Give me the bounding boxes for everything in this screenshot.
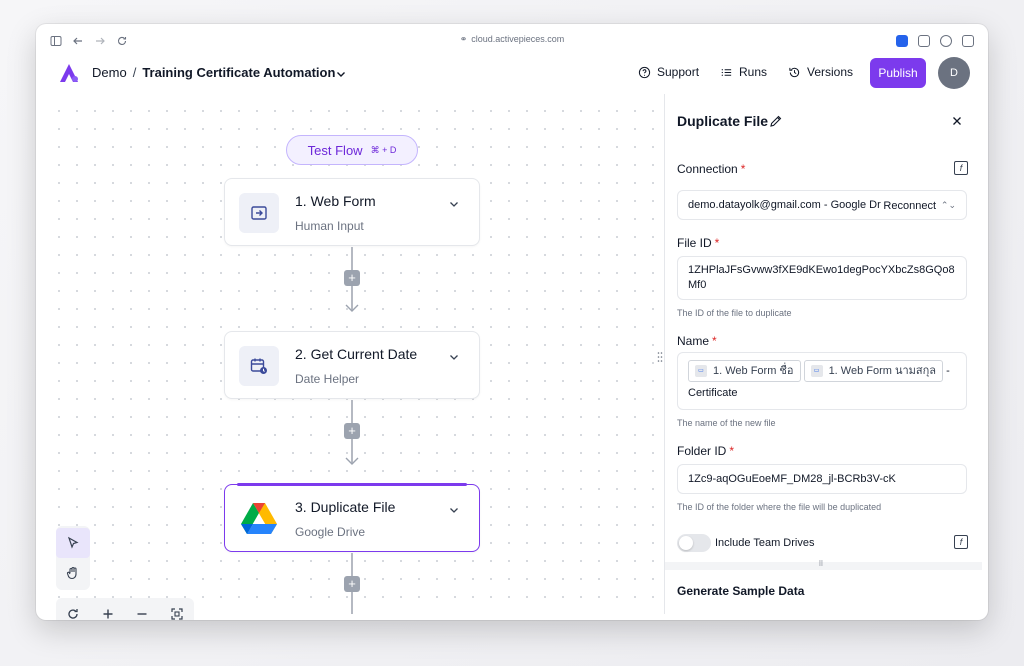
chevron-down-icon[interactable] (447, 197, 461, 211)
chevron-down-icon[interactable] (447, 503, 461, 517)
chevron-down-icon[interactable] (334, 67, 348, 81)
generate-sample-data-heading[interactable]: Generate Sample Data (677, 584, 804, 598)
url-text: cloud.activepieces.com (471, 34, 565, 44)
file-id-help: The ID of the file to duplicate (677, 308, 792, 318)
toggle-knob (679, 536, 693, 550)
connection-label: Connection * (677, 162, 746, 176)
password-manager-icon[interactable] (896, 35, 908, 47)
connection-value: demo.datayolk@gmail.com - Google Dr (688, 199, 881, 211)
folder-id-help: The ID of the folder where the file will… (677, 502, 882, 512)
step-settings-panel: Duplicate File Connection * f demo.datayo… (664, 94, 982, 614)
versions-label: Versions (807, 65, 854, 79)
fit-view-icon[interactable] (167, 604, 187, 620)
canvas-mode-tools (56, 526, 90, 590)
runs-button[interactable]: Runs (720, 65, 767, 79)
zoom-in-icon[interactable] (98, 604, 118, 620)
step-subtitle: Date Helper (295, 372, 360, 386)
reader-icon[interactable] (940, 35, 952, 47)
zoom-out-icon[interactable] (132, 604, 152, 620)
file-id-label: File ID * (677, 236, 720, 250)
arrow-down-icon (345, 304, 359, 312)
step-title: 3. Duplicate File (295, 499, 396, 515)
name-dash: - (946, 365, 950, 377)
variable-chip[interactable]: ▭ 1. Web Form ชื่อ (688, 360, 801, 383)
step-title: 2. Get Current Date (295, 346, 418, 362)
step-web-form[interactable]: 1. Web Form Human Input (224, 178, 480, 246)
file-id-input[interactable]: 1ZHPlaJFsGvww3fXE9dKEwo1degPocYXbcZs8GQo… (677, 256, 967, 300)
name-input[interactable]: ▭ 1. Web Form ชื่อ ▭ 1. Web Form นามสกุล -… (677, 352, 967, 410)
step-subtitle: Google Drive (295, 525, 366, 539)
calendar-clock-icon (239, 346, 279, 386)
project-name[interactable]: Demo (92, 65, 127, 80)
extension-icon[interactable] (918, 35, 930, 47)
address-bar[interactable]: ⚭ cloud.activepieces.com (42, 34, 982, 45)
step-get-current-date[interactable]: 2. Get Current Date Date Helper (224, 331, 480, 399)
reset-view-icon[interactable] (63, 604, 83, 620)
formula-toggle-icon[interactable]: f (954, 161, 968, 175)
folder-id-label: Folder ID * (677, 444, 735, 458)
panel-resize-handle[interactable] (657, 350, 663, 362)
hand-pan-icon[interactable] (56, 558, 90, 588)
runs-label: Runs (739, 65, 768, 79)
avatar[interactable]: D (938, 57, 970, 89)
split-view-icon[interactable] (962, 35, 974, 47)
activepieces-logo-icon[interactable] (58, 62, 80, 84)
close-icon[interactable] (950, 114, 964, 128)
variable-chip[interactable]: ▭ 1. Web Form นามสกุล (803, 360, 944, 383)
flow-name[interactable]: Training Certificate Automation (142, 65, 335, 80)
support-label: Support (657, 65, 700, 79)
test-flow-button[interactable]: Test Flow ⌘ + D (286, 135, 418, 165)
help-circle-icon (638, 66, 651, 78)
app-header: Demo / Training Certificate Automation Sup… (42, 54, 982, 94)
connection-select[interactable]: demo.datayolk@gmail.com - Google Dr Reco… (677, 190, 967, 220)
publish-button[interactable]: Publish (870, 58, 926, 88)
history-icon (789, 67, 800, 77)
include-team-drives-label: Include Team Drives (715, 537, 815, 549)
step-duplicate-file[interactable]: 3. Duplicate File Google Drive (224, 483, 480, 552)
name-suffix: Certificate (688, 387, 738, 400)
formula-toggle-icon[interactable]: f (954, 535, 968, 549)
grip-icon[interactable]: ⠿ (815, 561, 827, 568)
chevron-updown-icon: ⌃⌄ (940, 200, 956, 210)
browser-window: ⚭ cloud.activepieces.com Demo / Training Ce… (36, 24, 988, 620)
step-title: 1. Web Form (295, 193, 376, 209)
select-pointer-icon[interactable] (56, 528, 90, 558)
form-variable-icon: ▭ (695, 365, 707, 378)
panel-title: Duplicate File (677, 113, 769, 129)
list-icon (721, 68, 732, 76)
arrow-down-icon (345, 457, 359, 465)
link-icon: ⚭ (459, 34, 468, 44)
include-team-drives-toggle[interactable] (677, 534, 711, 552)
support-button[interactable]: Support (638, 65, 699, 79)
test-flow-label: Test Flow (307, 142, 363, 158)
test-flow-shortcut: ⌘ + D (370, 144, 397, 155)
breadcrumb: Demo / Training Certificate Automation (92, 65, 335, 80)
name-label: Name * (677, 334, 717, 348)
step-subtitle: Human Input (295, 219, 364, 233)
versions-button[interactable]: Versions (788, 65, 853, 79)
browser-toolbar: ⚭ cloud.activepieces.com (42, 28, 982, 54)
chevron-down-icon[interactable] (447, 350, 461, 364)
form-variable-icon: ▭ (810, 365, 823, 378)
name-help: The name of the new file (677, 418, 776, 428)
flow-canvas[interactable]: Test Flow ⌘ + D 1. Web Form Human Input … (42, 94, 664, 620)
add-step-button[interactable]: + (344, 270, 360, 286)
google-drive-icon (239, 499, 279, 539)
add-step-button[interactable]: + (344, 423, 360, 439)
pencil-icon[interactable] (769, 114, 783, 128)
breadcrumb-separator: / (132, 65, 137, 80)
add-step-button[interactable]: + (344, 576, 360, 592)
reconnect-button[interactable]: Reconnect (883, 200, 936, 212)
form-input-icon (239, 193, 279, 233)
folder-id-input[interactable]: 1Zc9-aqOGuEoeMF_DM28_jl-BCRb3V-cK (677, 464, 967, 494)
zoom-controls (56, 598, 194, 620)
